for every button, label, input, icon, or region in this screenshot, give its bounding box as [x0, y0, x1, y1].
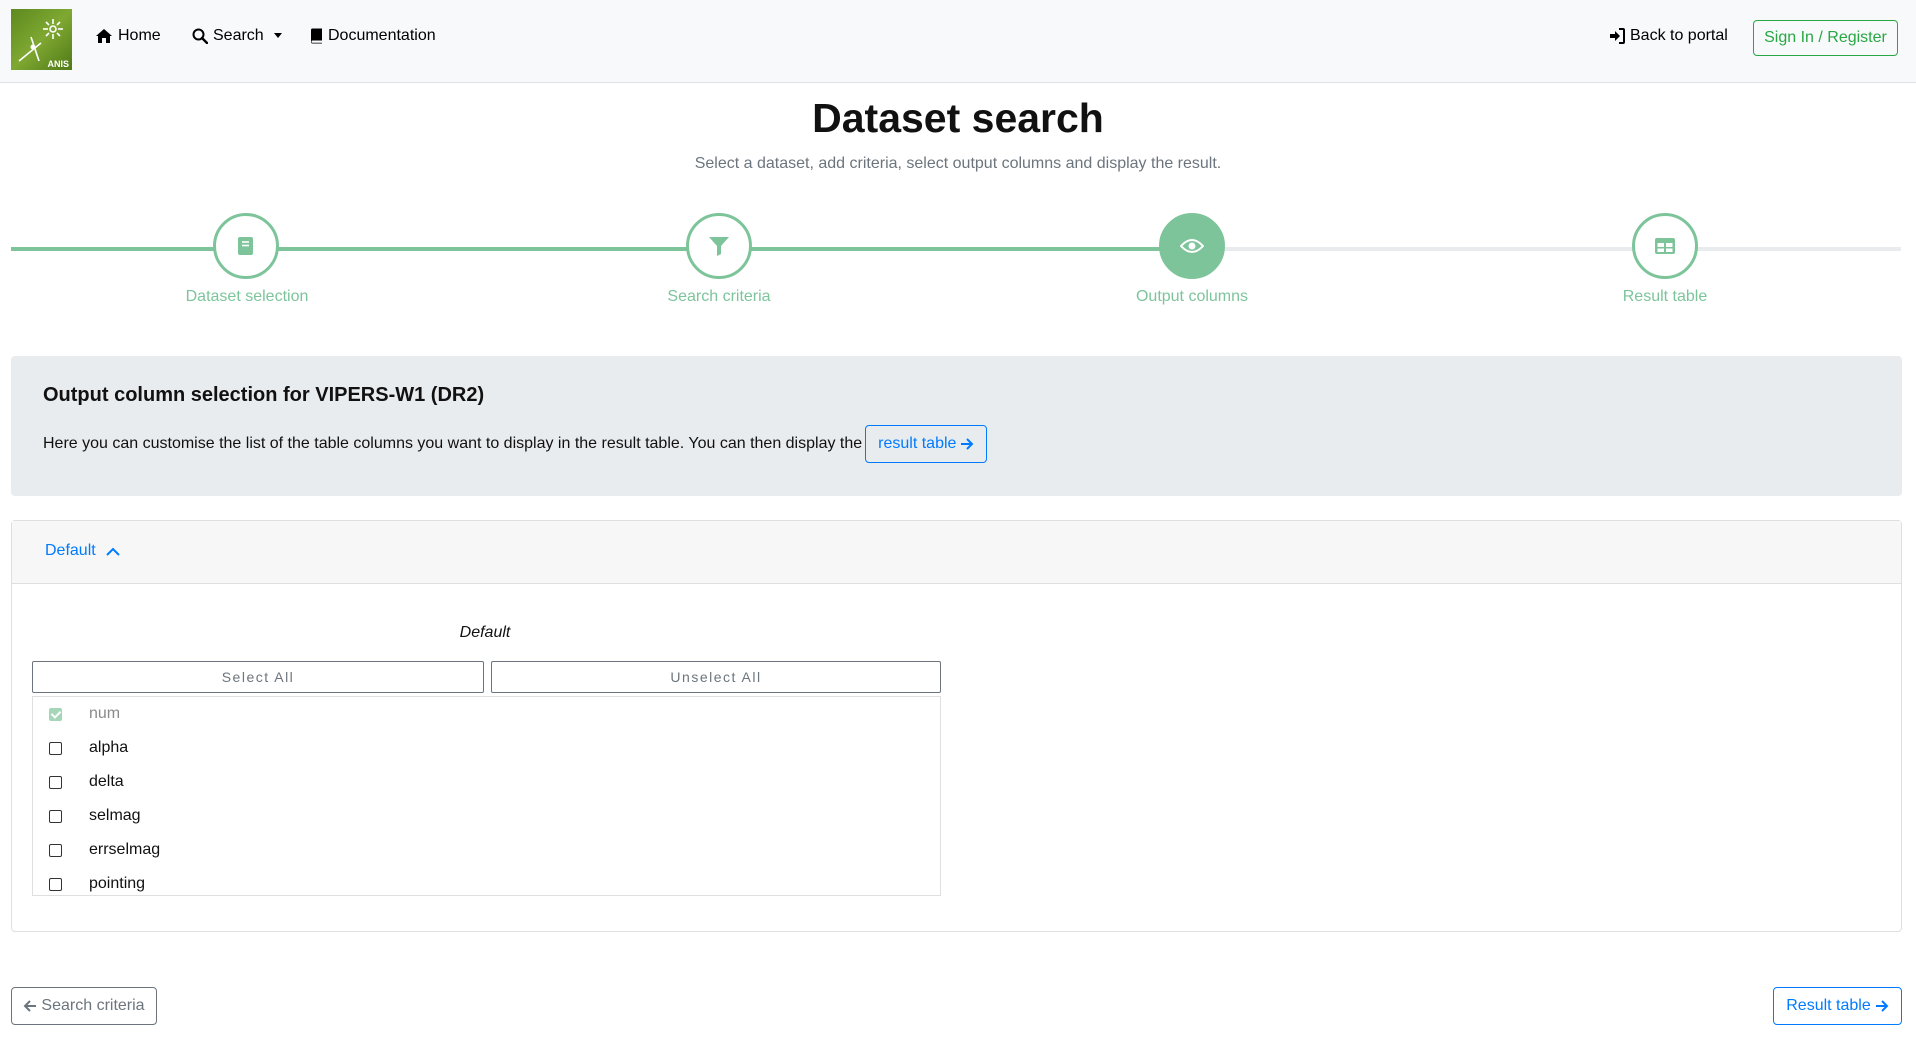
sign-in-register-label: Sign In / Register — [1764, 29, 1887, 46]
sign-in-icon — [1610, 28, 1625, 44]
column-item-pointing[interactable]: pointing — [33, 867, 940, 895]
column-label-pointing: pointing — [89, 875, 146, 892]
select-all-label: Select All — [221, 669, 295, 685]
column-label-num: num — [89, 705, 121, 722]
unselect-all-button[interactable]: Unselect All — [491, 661, 941, 693]
column-checkbox-errselmag[interactable] — [49, 843, 62, 857]
nav-documentation-label: Documentation — [328, 27, 436, 44]
next-step-label: Result table — [1786, 997, 1871, 1014]
column-label-alpha: alpha — [89, 739, 129, 756]
table-icon — [1655, 238, 1675, 254]
intro-text-row: Here you can customise the list of the t… — [43, 425, 988, 463]
sign-in-register-button[interactable]: Sign In / Register — [1753, 20, 1898, 56]
arrow-left-icon — [24, 1000, 37, 1012]
caret-down-icon — [273, 32, 282, 38]
group-toggle-label: Default — [45, 542, 96, 559]
step-output-columns-label[interactable]: Output columns — [1082, 288, 1302, 306]
eye-icon — [1180, 239, 1204, 253]
book-icon — [238, 237, 253, 255]
column-checkbox-pointing[interactable] — [49, 877, 62, 891]
result-table-inline-label: result table — [878, 435, 957, 452]
column-checkbox-delta[interactable] — [49, 775, 62, 789]
chevron-up-icon — [105, 547, 120, 556]
step-result-table-label[interactable]: Result table — [1555, 288, 1775, 306]
column-item-num: num — [33, 697, 940, 731]
nav-search-dropdown[interactable]: Search — [192, 27, 282, 45]
logo-text: ANIS — [47, 59, 69, 69]
column-list[interactable]: num alpha delta selmag errselmag pointin… — [32, 696, 941, 896]
step-search-criteria-label[interactable]: Search criteria — [609, 288, 829, 306]
group-toggle-button[interactable]: Default — [45, 542, 120, 560]
unselect-all-label: Unselect All — [670, 669, 762, 685]
home-icon — [96, 29, 112, 43]
output-group-card: Default Default Select All Unselect All … — [11, 520, 1902, 932]
navbar: ANIS Home Search Documentation Back to p… — [0, 0, 1916, 83]
stepper-progress-line — [11, 247, 1193, 251]
intro-text: Here you can customise the list of the t… — [43, 435, 863, 452]
step-result-table[interactable] — [1632, 213, 1698, 279]
nav-home-link[interactable]: Home — [95, 27, 161, 45]
anis-logo[interactable]: ANIS — [11, 9, 72, 70]
back-to-portal-link[interactable]: Back to portal — [1609, 27, 1728, 45]
intro-title: Output column selection for VIPERS-W1 (D… — [43, 384, 485, 406]
arrow-right-icon — [1875, 1000, 1889, 1012]
select-all-button[interactable]: Select All — [32, 661, 484, 693]
step-dataset-selection-label[interactable]: Dataset selection — [137, 288, 357, 306]
column-checkbox-selmag[interactable] — [49, 809, 62, 823]
filter-icon — [709, 237, 729, 256]
step-output-columns[interactable] — [1159, 213, 1225, 279]
column-checkbox-alpha[interactable] — [49, 741, 62, 755]
step-dataset-selection[interactable] — [213, 213, 279, 279]
nav-documentation-link[interactable]: Documentation — [310, 27, 436, 45]
column-label-selmag: selmag — [89, 807, 141, 824]
page-subtitle: Select a dataset, add criteria, select o… — [694, 155, 1222, 172]
column-item-selmag[interactable]: selmag — [33, 799, 940, 833]
result-table-inline-button[interactable]: result table — [865, 425, 988, 463]
nav-home-label: Home — [118, 27, 161, 44]
column-checkbox-num — [49, 707, 62, 721]
previous-step-button[interactable]: Search criteria — [11, 987, 157, 1025]
next-step-button[interactable]: Result table — [1773, 987, 1902, 1025]
arrow-right-icon — [961, 438, 974, 450]
column-label-errselmag: errselmag — [89, 841, 161, 858]
book-icon — [311, 28, 322, 44]
column-item-delta[interactable]: delta — [33, 765, 940, 799]
back-to-portal-label: Back to portal — [1630, 27, 1728, 44]
step-search-criteria[interactable] — [686, 213, 752, 279]
nav-search-label: Search — [213, 27, 264, 44]
page-title: Dataset search — [812, 95, 1104, 141]
previous-step-label: Search criteria — [41, 997, 145, 1014]
column-label-delta: delta — [89, 773, 124, 790]
search-icon — [192, 28, 208, 44]
group-title: Default — [459, 624, 511, 641]
output-group-header: Default — [12, 521, 1901, 584]
column-item-errselmag[interactable]: errselmag — [33, 833, 940, 867]
stepper-remaining-line — [1193, 247, 1901, 251]
intro-panel: Output column selection for VIPERS-W1 (D… — [11, 356, 1902, 496]
column-item-alpha[interactable]: alpha — [33, 731, 940, 765]
